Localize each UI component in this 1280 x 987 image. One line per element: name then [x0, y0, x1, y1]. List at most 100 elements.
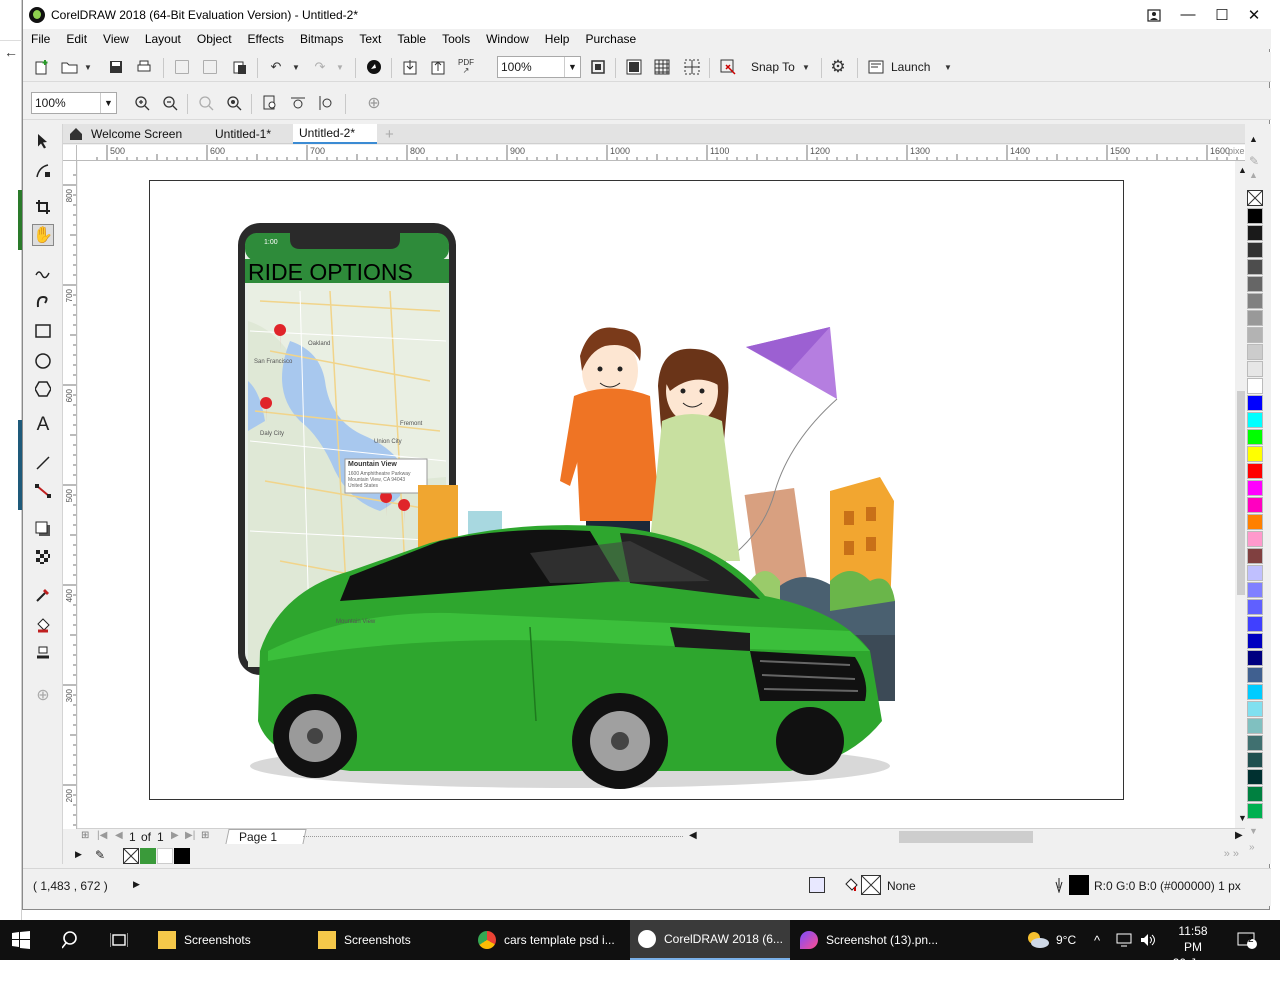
document-page[interactable]: RIDE OPTIONS 1:00 Oakland San Francisco …	[149, 180, 1124, 800]
palette-scroll-icon[interactable]: » »	[1224, 848, 1239, 860]
tray-chevron-icon[interactable]: ^	[1094, 920, 1100, 960]
show-grid-icon[interactable]	[653, 58, 671, 76]
palette-swatch[interactable]	[1247, 463, 1263, 479]
palette-swatch[interactable]	[1247, 208, 1263, 224]
quick-customize-icon[interactable]: ⊕	[32, 684, 54, 706]
snap-to-label[interactable]: Snap To	[751, 60, 795, 74]
palette-swatch[interactable]	[1247, 361, 1263, 377]
doc-color-swatch-white[interactable]	[157, 848, 173, 864]
new-document-icon[interactable]	[33, 58, 51, 76]
cut-icon[interactable]	[173, 58, 191, 76]
menu-layout[interactable]: Layout	[145, 32, 181, 46]
palette-swatch[interactable]	[1247, 412, 1263, 428]
palette-swatch[interactable]	[1247, 599, 1263, 615]
palette-swatch[interactable]	[1247, 752, 1263, 768]
palette-scroll-down-icon[interactable]: ▼	[1249, 826, 1258, 836]
fill-none-swatch[interactable]	[861, 875, 881, 895]
scroll-left-icon[interactable]: ◀	[689, 830, 697, 841]
show-guidelines-icon[interactable]	[683, 58, 701, 76]
previous-page-icon[interactable]: ◀	[115, 830, 123, 841]
doc-color-swatch-black[interactable]	[174, 848, 190, 864]
palette-swatch[interactable]	[1247, 582, 1263, 598]
menu-text[interactable]: Text	[359, 32, 381, 46]
palette-swatch[interactable]	[1247, 446, 1263, 462]
no-color-swatch[interactable]	[123, 848, 139, 864]
palette-swatch[interactable]	[1247, 293, 1263, 309]
chevron-down-icon[interactable]: ▼	[100, 93, 116, 113]
palette-swatch[interactable]	[1247, 701, 1263, 717]
palette-swatch[interactable]	[1247, 769, 1263, 785]
chevron-down-icon[interactable]: ▼	[564, 57, 580, 77]
parallel-dimension-tool-icon[interactable]	[32, 452, 54, 474]
eyedropper-icon[interactable]: ✎	[95, 848, 105, 862]
palette-swatch[interactable]	[1247, 480, 1263, 496]
scroll-right-icon[interactable]: ▶	[1235, 830, 1243, 841]
palette-swatch[interactable]	[1247, 514, 1263, 530]
close-button[interactable]: ✕	[1237, 0, 1271, 29]
launch-label[interactable]: Launch	[891, 60, 930, 74]
palette-swatch[interactable]	[1247, 225, 1263, 241]
palette-swatch[interactable]	[1247, 786, 1263, 802]
palette-expand-icon[interactable]: ▶	[75, 849, 82, 860]
tab-welcome-screen[interactable]: Welcome Screen	[63, 124, 199, 144]
eyedropper-tool-icon[interactable]	[32, 584, 54, 606]
full-screen-preview-icon[interactable]	[589, 58, 607, 76]
horizontal-ruler[interactable]: 500 600 700 800 900 1000 1100 1200 1300 1400 1500 1…	[77, 145, 1253, 161]
menu-purchase[interactable]: Purchase	[585, 32, 636, 46]
user-account-icon[interactable]	[1137, 0, 1171, 29]
vertical-ruler[interactable]: 800 700 600 500 400 300 200	[63, 161, 77, 829]
zoom-selected-icon[interactable]	[197, 94, 215, 112]
smart-fill-tool-icon[interactable]	[32, 642, 54, 664]
menu-table[interactable]: Table	[397, 32, 426, 46]
redo-icon[interactable]: ↷	[311, 58, 329, 76]
palette-expand-icon[interactable]: »	[1249, 842, 1255, 853]
transparency-tool-icon[interactable]	[32, 546, 54, 568]
zoom-to-page-width-icon[interactable]	[289, 94, 307, 112]
weather-widget[interactable]: 9°C	[1024, 920, 1076, 960]
taskbar-item-paint[interactable]: Screenshot (13).pn...	[800, 920, 950, 960]
palette-swatch[interactable]	[1247, 344, 1263, 360]
taskbar-item-chrome[interactable]: cars template psd i...	[478, 920, 628, 960]
next-page-icon[interactable]: ▶	[171, 830, 179, 841]
menu-file[interactable]: File	[31, 32, 50, 46]
ellipse-tool-icon[interactable]	[32, 350, 54, 372]
palette-swatch[interactable]	[1247, 735, 1263, 751]
menu-bitmaps[interactable]: Bitmaps	[300, 32, 343, 46]
shape-tool-icon[interactable]	[32, 160, 54, 182]
palette-swatch[interactable]	[1247, 548, 1263, 564]
search-content-icon[interactable]	[365, 58, 383, 76]
palette-swatch[interactable]	[1247, 310, 1263, 326]
interactive-fill-tool-icon[interactable]	[32, 614, 54, 636]
palette-swatch[interactable]	[1247, 395, 1263, 411]
show-rulers-icon[interactable]	[625, 58, 643, 76]
palette-swatch[interactable]	[1247, 616, 1263, 632]
tab-untitled-2[interactable]: Untitled-2*	[293, 124, 377, 144]
save-icon[interactable]	[107, 58, 125, 76]
zoom-out-icon[interactable]	[161, 94, 179, 112]
open-folder-icon[interactable]	[61, 58, 79, 76]
palette-swatch[interactable]	[1247, 531, 1263, 547]
first-page-icon[interactable]: |◀	[97, 830, 107, 841]
back-arrow-icon[interactable]: ←	[4, 44, 18, 60]
zoom-in-icon[interactable]	[133, 94, 151, 112]
menu-view[interactable]: View	[103, 32, 129, 46]
horizontal-scroll-thumb[interactable]	[899, 831, 1033, 843]
polygon-tool-icon[interactable]	[32, 378, 54, 400]
taskbar-item-screenshots-2[interactable]: Screenshots	[318, 920, 468, 960]
palette-swatch[interactable]	[1247, 259, 1263, 275]
palette-swatch[interactable]	[1247, 718, 1263, 734]
clock[interactable]: 11:58 PM 20-Jan-23	[1168, 923, 1218, 987]
zoom-to-page-icon[interactable]	[261, 94, 279, 112]
tab-untitled-1[interactable]: Untitled-1*	[209, 124, 289, 144]
network-icon[interactable]	[1116, 920, 1132, 960]
add-tab-icon[interactable]: +	[379, 124, 399, 144]
snap-to-icon[interactable]	[719, 58, 737, 76]
paste-icon[interactable]	[231, 58, 249, 76]
drawing-canvas[interactable]: RIDE OPTIONS 1:00 Oakland San Francisco …	[78, 161, 1235, 829]
publish-pdf-icon[interactable]: PDF ↗	[457, 58, 475, 76]
palette-swatch[interactable]	[1247, 327, 1263, 343]
property-zoom-combo[interactable]: 100% ▼	[31, 92, 117, 114]
maximize-button[interactable]: ☐	[1205, 0, 1239, 29]
add-page-before-icon[interactable]: ⊞	[81, 830, 89, 841]
crop-tool-icon[interactable]	[32, 196, 54, 218]
